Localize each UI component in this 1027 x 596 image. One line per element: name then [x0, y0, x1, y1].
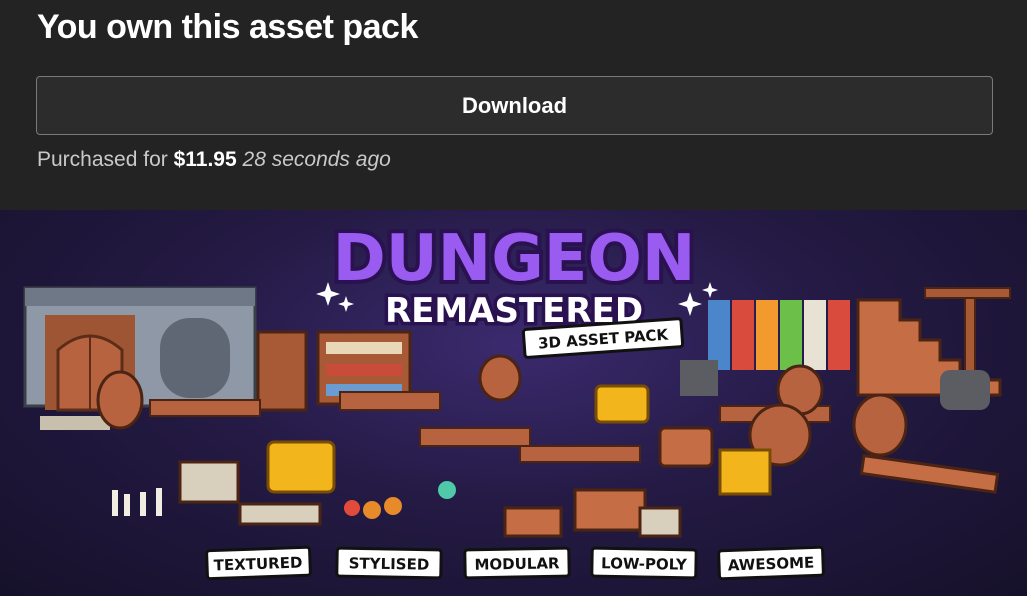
flag-banners-image: [708, 300, 850, 370]
cover-illustration: DUNGEON REMASTERED 3D ASSET PACK TEXTURE…: [23, 218, 1011, 581]
tag-awesome: AWESOME: [728, 553, 815, 574]
tag-low-poly: LOW-POLY: [601, 554, 688, 574]
purchase-info: Purchased for $11.95 28 seconds ago: [37, 148, 391, 172]
download-button[interactable]: Download: [36, 76, 993, 135]
purchase-panel: You own this asset pack Download Purchas…: [0, 0, 1027, 210]
feature-tags: TEXTURED STYLISED MODULAR LOW-POLY AWESO…: [205, 545, 825, 581]
tag-stylised: STYLISED: [349, 554, 430, 573]
tag-textured: TEXTURED: [213, 553, 302, 574]
purchased-prefix: Purchased for: [37, 148, 168, 171]
page-title: You own this asset pack: [37, 8, 418, 46]
cover-image: DUNGEON REMASTERED 3D ASSET PACK TEXTURE…: [0, 210, 1027, 596]
purchase-price: $11.95: [173, 148, 237, 171]
purchase-time: 28 seconds ago: [242, 148, 391, 171]
tag-modular: MODULAR: [474, 554, 560, 573]
logo-title: DUNGEON: [333, 222, 696, 296]
